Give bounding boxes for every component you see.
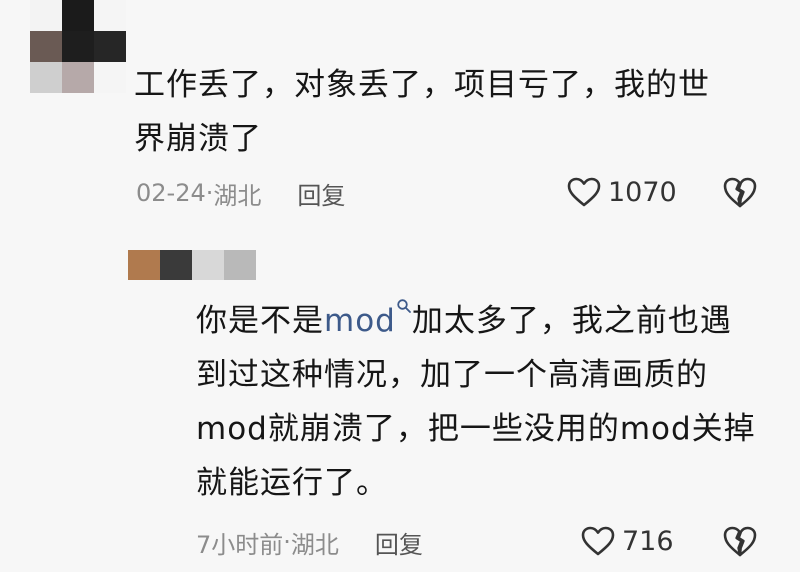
mod-link[interactable]: mod bbox=[324, 303, 396, 339]
avatar-pixel bbox=[160, 250, 192, 280]
like-count: 716 bbox=[622, 525, 674, 557]
avatar-pixel bbox=[62, 31, 94, 62]
broken-heart-icon[interactable] bbox=[722, 174, 758, 210]
comment-line: 就能运行了。 bbox=[196, 465, 388, 501]
avatar-pixel bbox=[62, 62, 94, 93]
like-button[interactable]: 1070 bbox=[566, 174, 677, 210]
avatar-pixel bbox=[224, 250, 256, 280]
avatar[interactable] bbox=[128, 250, 256, 280]
reply-button[interactable]: 回复 bbox=[297, 176, 345, 211]
broken-heart-icon[interactable] bbox=[722, 523, 758, 559]
comment-line: 到过这种情况，加了一个高清画质的 bbox=[196, 357, 708, 393]
meta-separator: · bbox=[283, 528, 291, 556]
comment-line: mod就崩溃了，把一些没用的mod关掉 bbox=[196, 411, 756, 447]
heart-outline-icon bbox=[581, 526, 615, 556]
meta-separator: · bbox=[205, 179, 214, 207]
comment-date: 02-24 bbox=[136, 179, 206, 207]
avatar-pixel bbox=[30, 62, 62, 93]
avatar-pixel bbox=[94, 62, 126, 93]
comment-meta: 02-24 · 湖北 回复 bbox=[136, 176, 345, 210]
comment-date: 7小时前 bbox=[196, 530, 284, 559]
heart-outline-icon bbox=[567, 177, 601, 207]
avatar[interactable] bbox=[30, 0, 126, 93]
avatar-pixel bbox=[30, 31, 62, 62]
like-count: 1070 bbox=[608, 176, 677, 208]
comment-line: 界崩溃了 bbox=[134, 121, 262, 157]
comment-location: 湖北 bbox=[290, 530, 339, 559]
avatar-pixel bbox=[128, 250, 160, 280]
reply-button[interactable]: 回复 bbox=[375, 525, 423, 560]
comment-line: 工作丢了，对象丢了，项目亏了，我的世 bbox=[134, 67, 710, 103]
avatar-pixel bbox=[62, 0, 94, 31]
comment-meta: 7小时前 · 湖北 回复 bbox=[196, 525, 423, 559]
comment-text: 工作丢了，对象丢了，项目亏了，我的世 界崩溃了 bbox=[134, 58, 710, 166]
avatar-pixel bbox=[30, 0, 62, 31]
avatar-pixel bbox=[94, 0, 126, 31]
like-button[interactable]: 716 bbox=[580, 523, 674, 559]
comment-text: 你是不是mod 加太多了，我之前也遇 到过这种情况，加了一个高清画质的 mod就崩… bbox=[196, 294, 756, 510]
comment-line: 你是不是mod 加太多了，我之前也遇 bbox=[196, 294, 756, 348]
search-icon[interactable] bbox=[396, 294, 412, 316]
avatar-pixel bbox=[192, 250, 224, 280]
comment-line-part: 加太多了，我之前也遇 bbox=[411, 303, 732, 339]
comment-location: 湖北 bbox=[213, 181, 262, 210]
comment-line-part: 你是不是 bbox=[196, 303, 324, 339]
avatar-pixel bbox=[94, 31, 126, 62]
